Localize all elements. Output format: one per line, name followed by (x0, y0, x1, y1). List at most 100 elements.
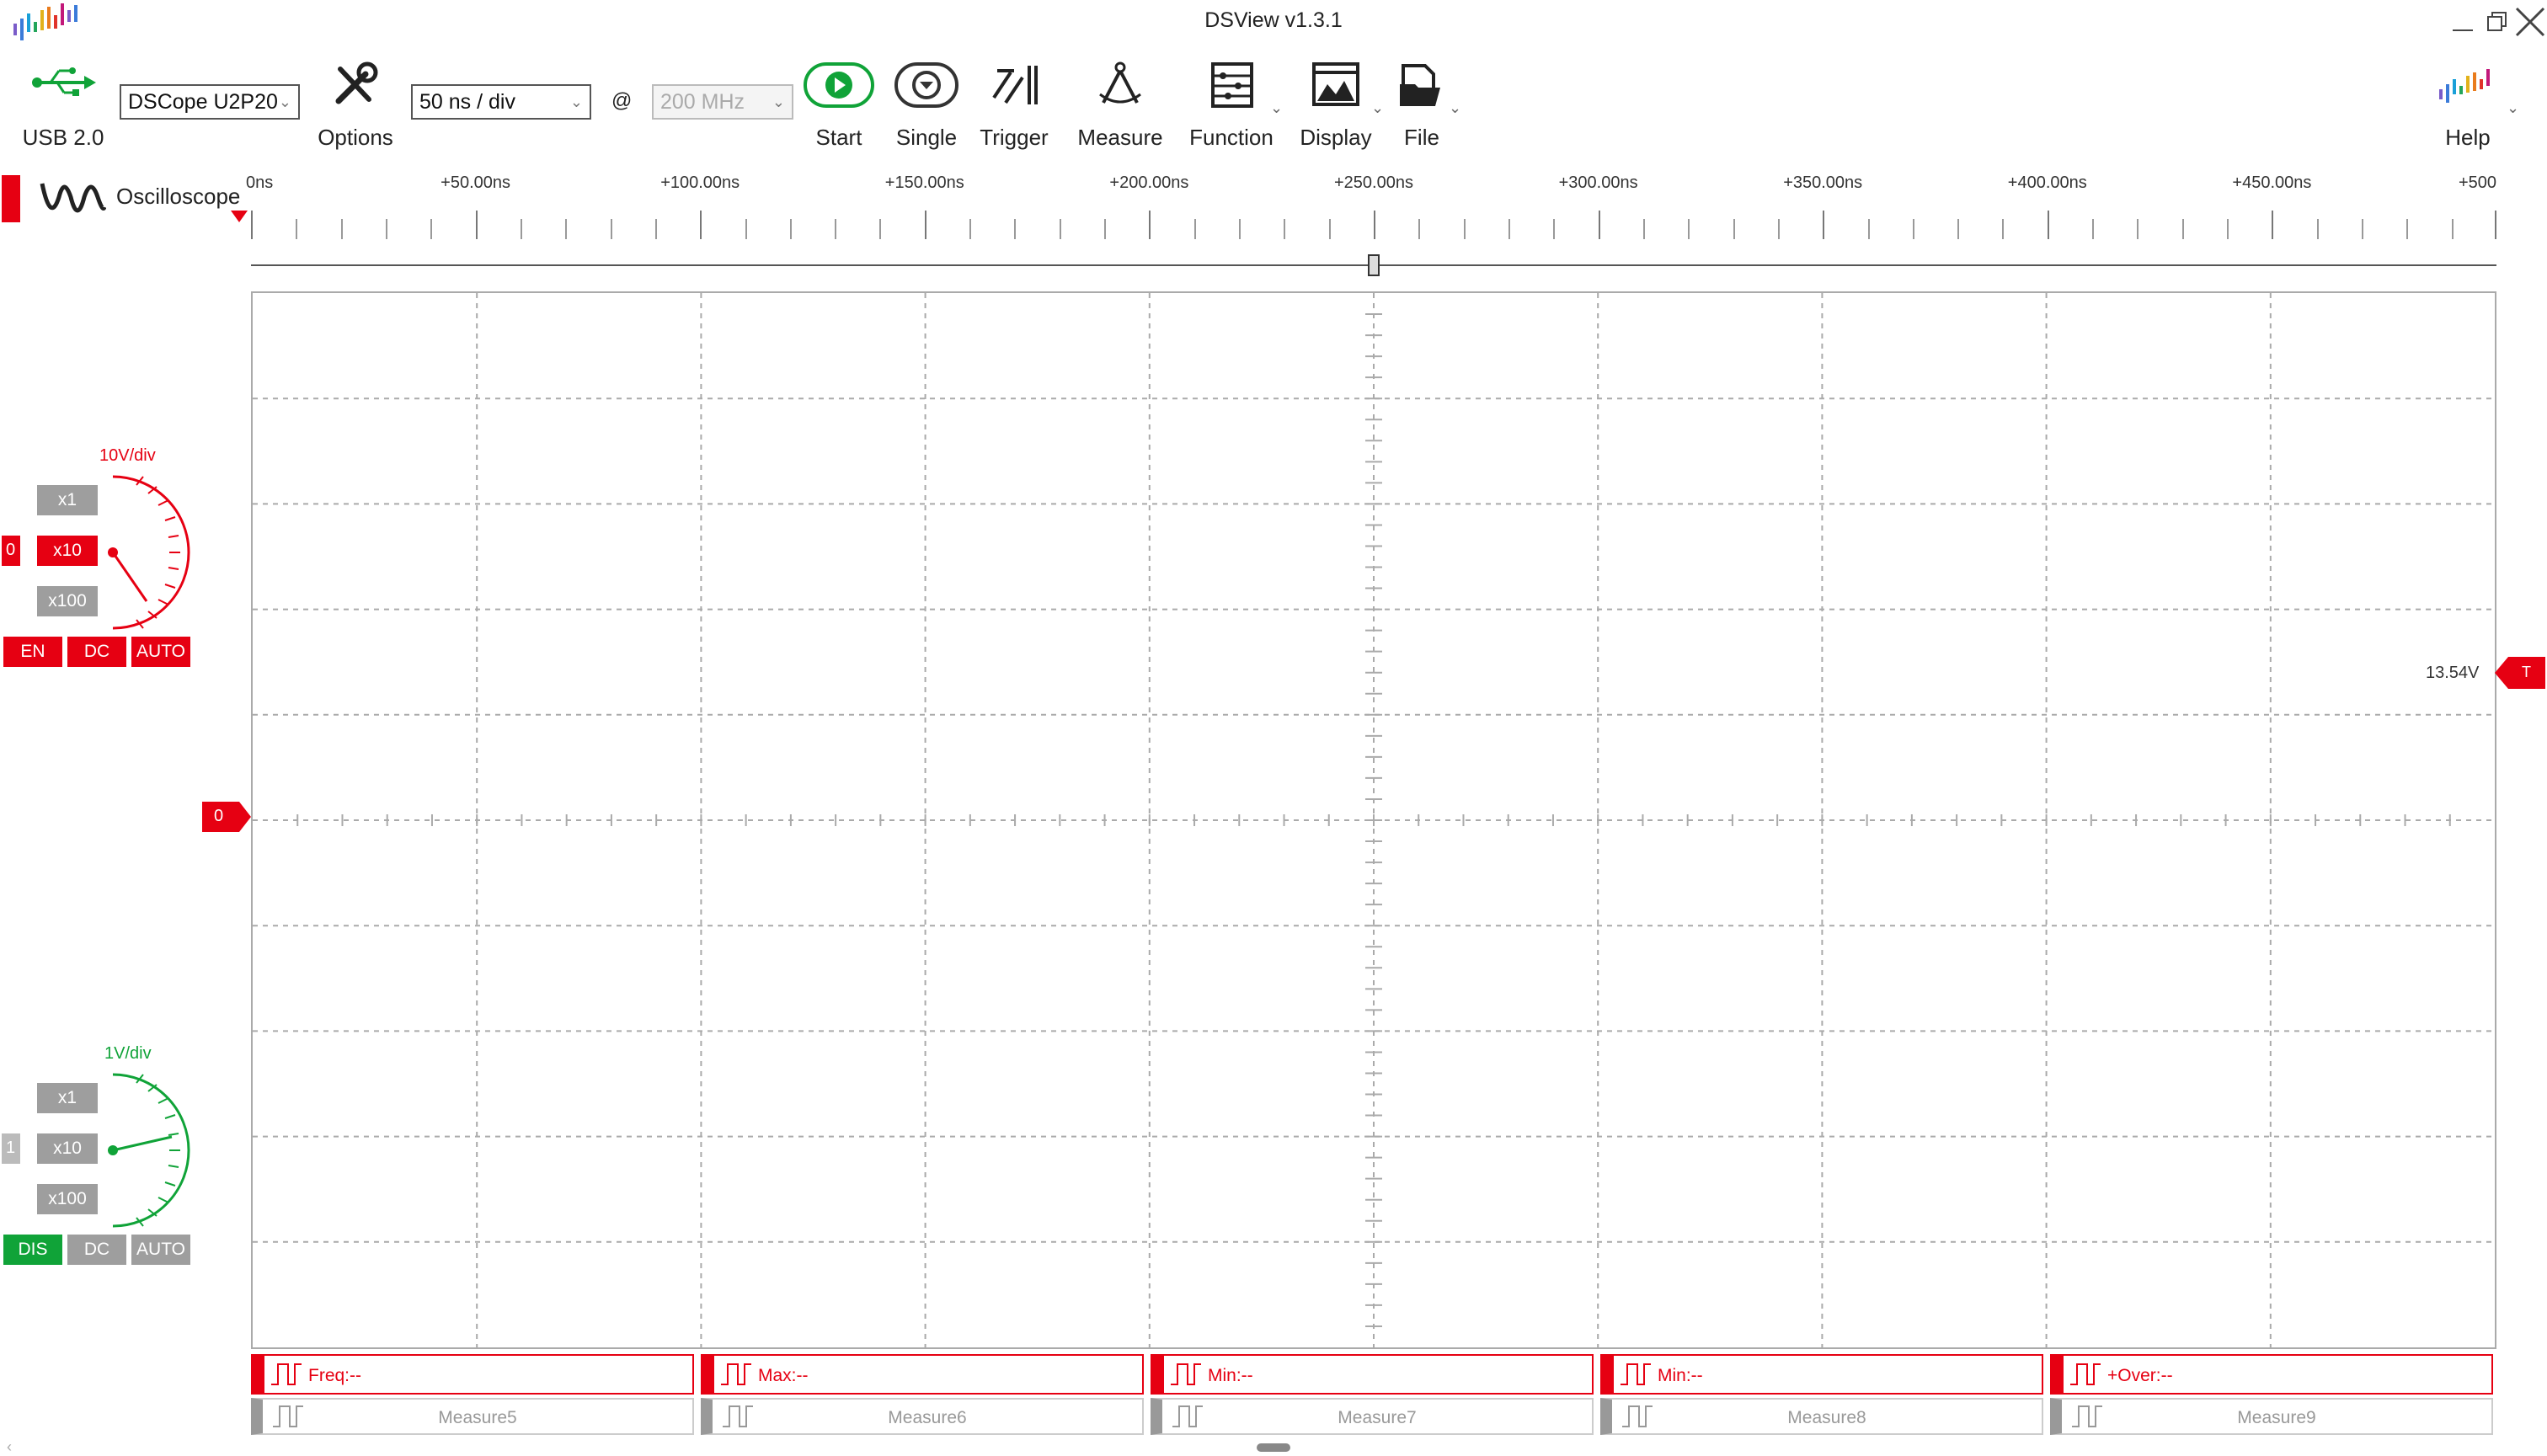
chevron-down-icon: ⌄ (278, 93, 291, 110)
time-ruler[interactable]: 0ns +50.00ns +100.00ns +150.00ns +200.00ns +2… (246, 165, 2496, 276)
measure-color-strip (253, 1356, 264, 1393)
ch0-vdiv-knob[interactable] (88, 468, 197, 637)
single-button[interactable]: Single (888, 59, 965, 152)
ch1-probe-x10[interactable]: x10 (37, 1133, 98, 1164)
help-button[interactable]: Help ⌄ (2426, 59, 2519, 152)
ruler-label: +50.00ns (441, 173, 511, 192)
measure-color-strip (1152, 1356, 1164, 1393)
trigger-label: Trigger (980, 125, 1049, 150)
ch1-probe-x1[interactable]: x1 (37, 1083, 98, 1113)
ruler-tick (1912, 219, 1914, 239)
trigger-button[interactable]: Trigger (974, 59, 1055, 152)
measure-slot-empty[interactable]: Measure5 (251, 1398, 694, 1435)
restore-icon[interactable] (2480, 5, 2513, 39)
ruler-tick (2092, 219, 2095, 239)
scroll-left-icon[interactable]: ‹ (7, 1438, 12, 1456)
file-icon (1396, 61, 1447, 114)
measure-color-strip (1602, 1356, 1614, 1393)
single-capture-icon (894, 61, 958, 115)
at-sign: @ (611, 89, 633, 112)
measure-slot[interactable]: +Over:-- (2050, 1354, 2493, 1395)
measure-slot-empty[interactable]: Measure6 (701, 1398, 1144, 1435)
measure-slot-empty[interactable]: Measure8 (1600, 1398, 2043, 1435)
measure-slot[interactable]: Max:-- (701, 1354, 1144, 1395)
ruler-tick (1374, 211, 1375, 239)
ch0-probe-x1[interactable]: x1 (37, 485, 98, 515)
close-icon[interactable] (2512, 5, 2545, 39)
measure-placeholder-label: Measure7 (1338, 1408, 1417, 1427)
measure-color-strip (702, 1356, 714, 1393)
waveform-icon (39, 173, 107, 225)
ruler-tick (1149, 211, 1151, 239)
ruler-label: +300.00ns (1558, 173, 1638, 192)
title-bar: DSView v1.3.1 (0, 0, 2547, 44)
ruler-tick (654, 219, 657, 239)
scroll-handle[interactable] (1257, 1443, 1290, 1452)
options-label: Options (318, 125, 393, 150)
usb-button[interactable]: USB 2.0 (17, 59, 109, 152)
start-button[interactable]: Start (800, 59, 878, 152)
measure-color-strip (2052, 1356, 2064, 1393)
ruler-tick (1508, 219, 1510, 239)
ruler-tick (1598, 211, 1600, 239)
samplerate-select[interactable]: 200 MHz ⌄ (652, 84, 793, 120)
function-label: Function (1189, 125, 1274, 150)
ch0-probe-x10[interactable]: x10 (37, 536, 98, 566)
ruler-label: +350.00ns (1783, 173, 1863, 192)
chevron-down-icon: ⌄ (772, 93, 785, 110)
ch1-coupling-button[interactable]: DC (67, 1235, 126, 1265)
ruler-tick (565, 219, 568, 239)
timebase-select[interactable]: 50 ns / div ⌄ (411, 84, 591, 120)
device-value: DSCope U2P20 (128, 90, 278, 114)
trigger-position-handle[interactable] (1368, 254, 1380, 276)
measure-slot[interactable]: Min:-- (1600, 1354, 2043, 1395)
ch0-probe-x100[interactable]: x100 (37, 586, 98, 616)
ruler-tick (2047, 211, 2049, 239)
minimize-icon[interactable] (2446, 5, 2480, 39)
file-button[interactable]: File ⌄ (1388, 59, 1461, 152)
ruler-tick (2272, 211, 2274, 239)
ruler-tick (2362, 219, 2364, 239)
measure-placeholder-label: Measure8 (1787, 1408, 1866, 1427)
mode-selector[interactable]: Oscilloscope (34, 168, 248, 227)
function-button[interactable]: Function ⌄ (1181, 59, 1283, 152)
abacus-icon (1209, 61, 1255, 114)
display-button[interactable]: Display ⌄ (1294, 59, 1384, 152)
ruler-label: 0ns (246, 173, 274, 192)
ch0-enable-button[interactable]: EN (3, 637, 62, 667)
ch1-index-badge[interactable]: 1 (2, 1133, 20, 1164)
ruler-tick (1284, 219, 1286, 239)
ch0-offset-marker[interactable]: 0 (202, 802, 251, 832)
measure-slot-empty[interactable]: Measure9 (2050, 1398, 2493, 1435)
ruler-tick (1104, 219, 1107, 239)
ch1-enable-button[interactable]: DIS (3, 1235, 62, 1265)
ruler-tick (745, 219, 747, 239)
trigger-level-value: 13.54V (2426, 664, 2480, 682)
ruler-tick (520, 219, 522, 239)
options-button[interactable]: Options (313, 59, 398, 152)
ch0-index-badge[interactable]: 0 (2, 536, 20, 566)
measure-label: Min:-- (1658, 1366, 1703, 1385)
display-icon (1311, 61, 1361, 114)
ruler-tick (340, 219, 343, 239)
ruler-tick (879, 219, 882, 239)
measure-slot-empty[interactable]: Measure7 (1151, 1398, 1594, 1435)
measure-label: Min:-- (1208, 1366, 1253, 1385)
ch0-auto-button[interactable]: AUTO (131, 637, 190, 667)
ruler-label: +100.00ns (660, 173, 740, 192)
trigger-level-marker[interactable]: T (2495, 657, 2545, 689)
measure-button[interactable]: Measure (1070, 59, 1171, 152)
measure-slot[interactable]: Freq:-- (251, 1354, 694, 1395)
ch0-coupling-button[interactable]: DC (67, 637, 126, 667)
waveform-plot[interactable] (251, 291, 2496, 1349)
ch1-probe-x100[interactable]: x100 (37, 1184, 98, 1214)
ruler-tick (789, 219, 792, 239)
ruler-label: +450.00ns (2232, 173, 2312, 192)
ch1-auto-button[interactable]: AUTO (131, 1235, 190, 1265)
plot-grid (253, 293, 2495, 1347)
ruler-tick (1642, 219, 1645, 239)
measure-slot[interactable]: Min:-- (1151, 1354, 1594, 1395)
device-select[interactable]: DSCope U2P20 ⌄ (120, 84, 300, 120)
ch1-index: 1 (6, 1139, 16, 1157)
ch1-vdiv-knob[interactable] (88, 1066, 197, 1235)
